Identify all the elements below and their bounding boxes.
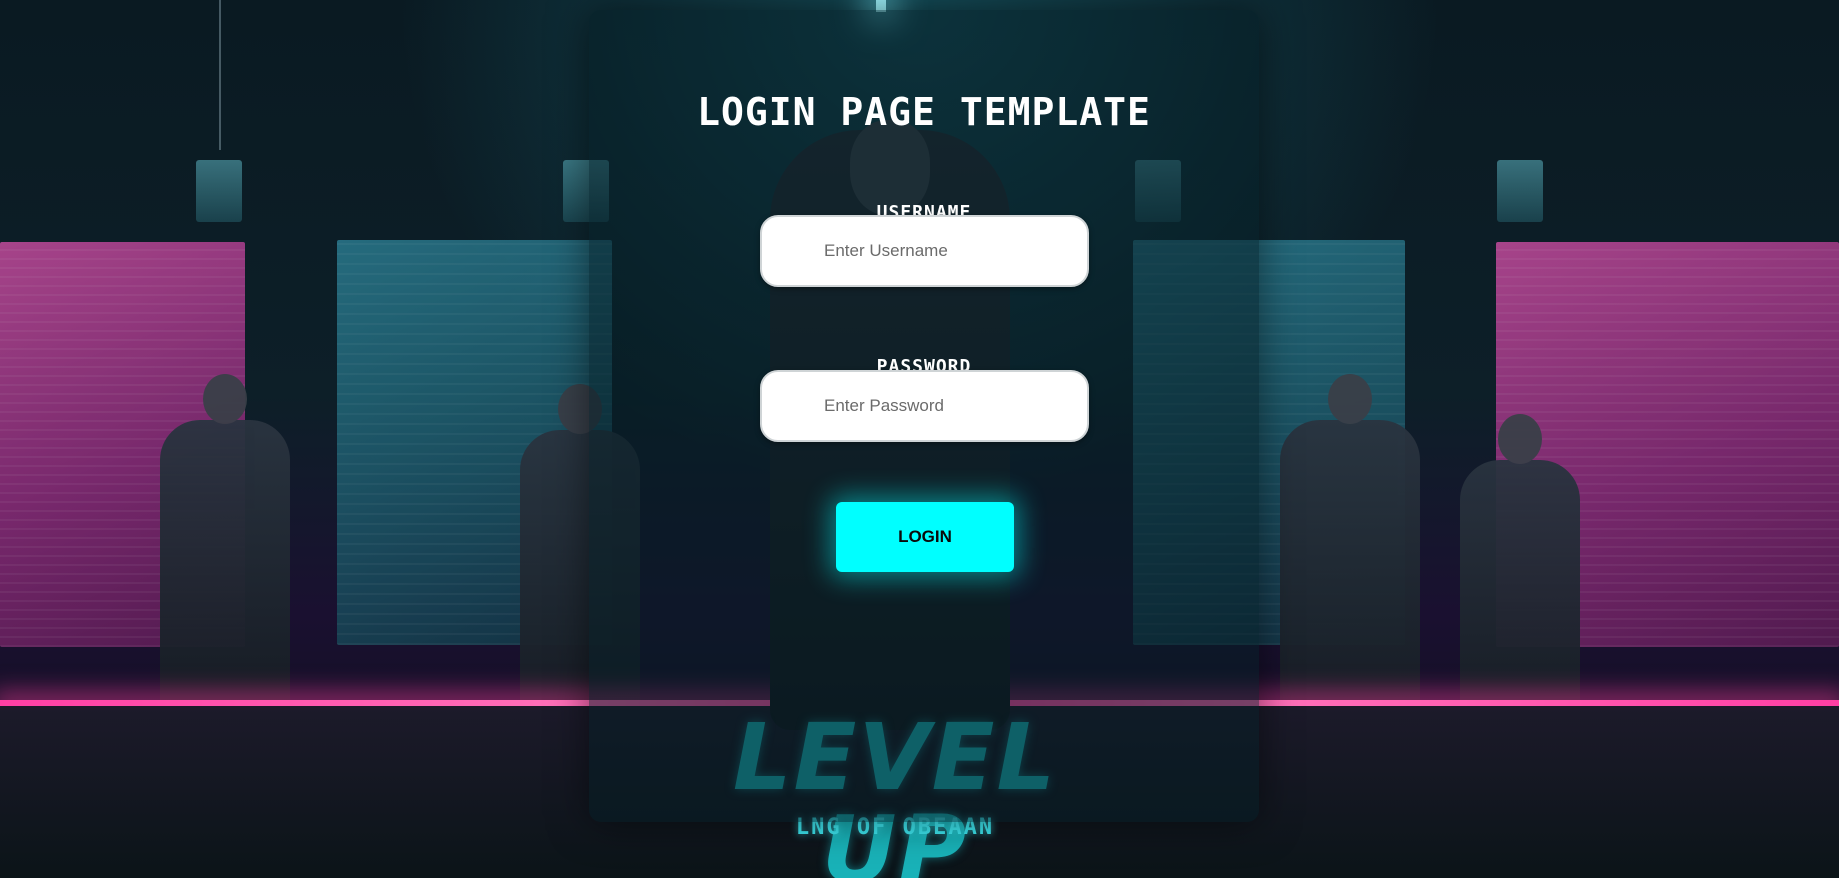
character-figure (160, 374, 290, 720)
page-title: LOGIN PAGE TEMPLATE (697, 90, 1151, 134)
hanging-lamp (1497, 160, 1543, 222)
hanging-wire (219, 0, 221, 150)
character-figure (1460, 414, 1580, 740)
password-input[interactable] (760, 370, 1089, 442)
hanging-lamp (196, 160, 242, 222)
background-scene: LEVEL UP LNG OF OBEAAN LOGIN PAGE TEMPLA… (0, 0, 1839, 878)
login-card: LOGIN PAGE TEMPLATE USERNAME PASSWORD LO… (589, 10, 1259, 822)
login-button[interactable]: LOGIN (836, 502, 1014, 572)
username-input[interactable] (760, 215, 1089, 287)
character-figure (1280, 374, 1420, 740)
